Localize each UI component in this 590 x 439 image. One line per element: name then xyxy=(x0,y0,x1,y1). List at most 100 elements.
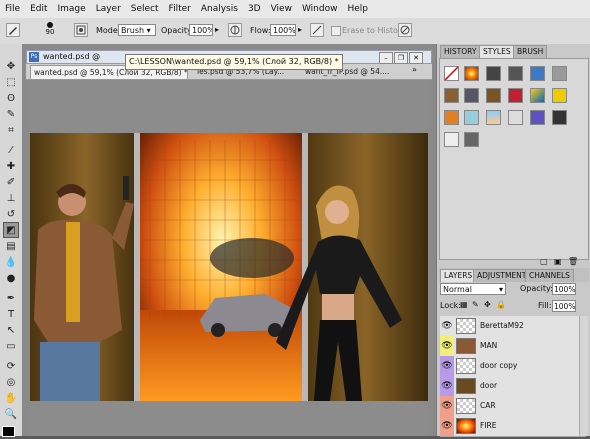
style-brown-swatch[interactable] xyxy=(444,88,459,103)
style-yellow-swatch[interactable] xyxy=(552,88,567,103)
close-window-icon[interactable]: ✕ xyxy=(409,52,423,64)
menu-image[interactable]: Image xyxy=(53,0,91,18)
menu-help[interactable]: Help xyxy=(342,0,373,18)
hand-tool-icon[interactable]: ✋ xyxy=(3,390,19,406)
style-bronze-swatch[interactable] xyxy=(486,88,501,103)
menu-analysis[interactable]: Analysis xyxy=(196,0,243,18)
style-slate-swatch[interactable] xyxy=(464,88,479,103)
style-blue-swatch[interactable] xyxy=(530,66,545,81)
tab-adjustment[interactable]: ADJUSTMENT xyxy=(473,269,531,282)
style-charcoal-swatch[interactable] xyxy=(464,132,479,147)
tab-channels[interactable]: CHANNELS xyxy=(525,269,574,282)
tab-styles[interactable]: STYLES xyxy=(479,45,515,58)
move-tool-icon[interactable]: ✥ xyxy=(3,58,19,74)
menu-edit[interactable]: Edit xyxy=(25,0,52,18)
document-canvas[interactable] xyxy=(30,80,428,436)
visibility-eye-icon[interactable]: 👁 xyxy=(440,416,454,436)
style-gold-blue-swatch[interactable] xyxy=(530,88,545,103)
blend-mode-select[interactable]: Normal ▾ xyxy=(440,283,506,295)
menu-window[interactable]: Window xyxy=(297,0,343,18)
style-none-swatch[interactable] xyxy=(444,66,459,81)
visibility-eye-icon[interactable]: 👁 xyxy=(440,336,454,356)
style-lightblue-swatch[interactable] xyxy=(464,110,479,125)
layer-row[interactable]: 👁 MAN xyxy=(440,336,586,357)
tab-layers[interactable]: LAYERS xyxy=(440,269,477,282)
visibility-eye-icon[interactable]: 👁 xyxy=(440,376,454,396)
new-style-icon-2[interactable]: ▣ xyxy=(554,257,562,266)
menu-file[interactable]: File xyxy=(0,0,25,18)
opacity-dropdown-icon[interactable]: ▸ xyxy=(215,25,219,34)
pen-tool-icon[interactable]: ✒ xyxy=(3,290,19,306)
type-tool-icon[interactable]: T xyxy=(3,306,19,322)
lock-position-icon[interactable]: ✥ xyxy=(484,300,491,309)
erase-history-checkbox[interactable] xyxy=(331,26,341,36)
clone-stamp-tool-icon[interactable]: ⊥ xyxy=(3,190,19,206)
delete-style-icon[interactable]: 🗑 xyxy=(568,257,578,266)
pressure-size-icon[interactable] xyxy=(398,23,412,37)
brush-preset-picker[interactable]: 90 xyxy=(40,20,60,42)
3d-orbit-tool-icon[interactable]: ◎ xyxy=(3,374,19,390)
menu-layer[interactable]: Layer xyxy=(91,0,126,18)
layer-row[interactable]: 👁 door xyxy=(440,376,586,397)
crop-tool-icon[interactable]: ⌗ xyxy=(3,122,19,138)
healing-brush-tool-icon[interactable]: ✚ xyxy=(3,158,19,174)
lock-all-icon[interactable]: 🔒 xyxy=(496,300,506,309)
lasso-tool-icon[interactable]: ʘ xyxy=(3,90,19,106)
eyedropper-tool-icon[interactable]: ⁄ xyxy=(3,142,19,158)
flow-dropdown-icon[interactable]: ▸ xyxy=(298,25,302,34)
style-black-swatch[interactable] xyxy=(552,110,567,125)
eraser-tool-icon[interactable]: ◩ xyxy=(3,222,19,238)
zoom-tool-icon[interactable]: 🔍 xyxy=(3,406,19,422)
layer-opacity-input[interactable]: 100% xyxy=(552,283,576,295)
style-orange-swatch[interactable] xyxy=(444,110,459,125)
lock-transparency-icon[interactable]: ▦ xyxy=(460,300,468,309)
shape-tool-icon[interactable]: ▭ xyxy=(3,338,19,354)
mode-select[interactable]: Brush ▾ xyxy=(118,24,156,36)
layer-row[interactable]: 👁 door copy xyxy=(440,356,586,377)
restore-icon[interactable]: ❐ xyxy=(394,52,408,64)
tab-history[interactable]: HISTORY xyxy=(440,45,481,58)
opacity-input[interactable]: 100% xyxy=(189,24,213,36)
style-fire-swatch[interactable] xyxy=(464,66,479,81)
gradient-tool-icon[interactable]: ▤ xyxy=(3,238,19,254)
layer-row[interactable]: 👁 CAR xyxy=(440,396,586,417)
layer-row[interactable]: 👁 FIRE xyxy=(440,416,586,437)
menu-select[interactable]: Select xyxy=(126,0,164,18)
history-brush-tool-icon[interactable]: ↺ xyxy=(3,206,19,222)
minimize-icon[interactable]: – xyxy=(379,52,393,64)
pressure-opacity-icon[interactable] xyxy=(228,23,242,37)
tool-preset-icon[interactable] xyxy=(6,23,20,37)
brush-tool-icon[interactable]: ✐ xyxy=(3,174,19,190)
visibility-eye-icon[interactable]: 👁 xyxy=(440,396,454,416)
visibility-eye-icon[interactable]: 👁 xyxy=(440,356,454,376)
fill-input[interactable]: 100% xyxy=(552,300,576,312)
3d-rotate-tool-icon[interactable]: ⟳ xyxy=(3,358,19,374)
style-blank-swatch[interactable] xyxy=(444,132,459,147)
style-purple-swatch[interactable] xyxy=(530,110,545,125)
layer-row[interactable]: 👁 BerettaM92 xyxy=(440,316,586,337)
marquee-tool-icon[interactable]: ⬚ xyxy=(3,74,19,90)
style-sky-swatch[interactable] xyxy=(486,110,501,125)
layers-scrollbar[interactable] xyxy=(579,316,588,436)
airbrush-icon[interactable] xyxy=(310,23,324,37)
menu-view[interactable]: View xyxy=(266,0,297,18)
style-silver-swatch[interactable] xyxy=(552,66,567,81)
style-red-swatch[interactable] xyxy=(508,88,523,103)
dodge-tool-icon[interactable]: ● xyxy=(3,270,19,286)
brush-panel-toggle-icon[interactable] xyxy=(74,23,88,37)
flow-input[interactable]: 100% xyxy=(270,24,296,36)
style-white-swatch[interactable] xyxy=(508,110,523,125)
lock-image-icon[interactable]: ✎ xyxy=(472,300,479,309)
menu-3d[interactable]: 3D xyxy=(243,0,266,18)
blur-tool-icon[interactable]: 💧 xyxy=(3,254,19,270)
foreground-color-swatch[interactable] xyxy=(2,426,15,437)
more-tabs-icon[interactable]: » xyxy=(412,65,417,74)
quick-select-tool-icon[interactable]: ✎ xyxy=(3,106,19,122)
new-style-icon[interactable]: ▢ xyxy=(540,257,548,266)
style-gray-swatch[interactable] xyxy=(508,66,523,81)
path-selection-tool-icon[interactable]: ↖ xyxy=(3,322,19,338)
tab-brush[interactable]: BRUSH xyxy=(513,45,548,58)
style-dark-swatch[interactable] xyxy=(486,66,501,81)
menu-filter[interactable]: Filter xyxy=(164,0,196,18)
visibility-eye-icon[interactable]: 👁 xyxy=(440,316,454,336)
